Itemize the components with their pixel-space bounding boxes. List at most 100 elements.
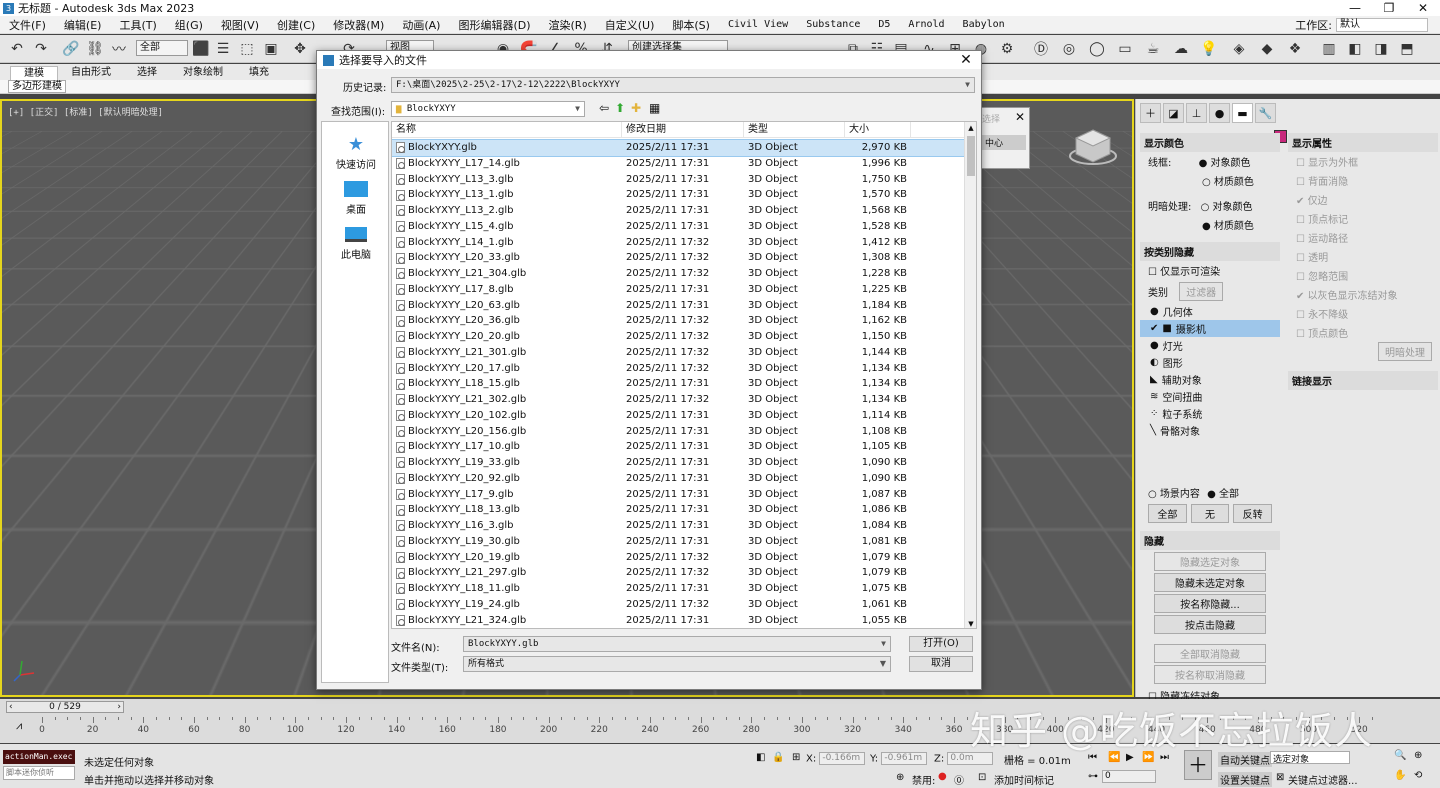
file-row[interactable]: BlockYXYY_L20_36.glb 2025/2/11 17:32 3D Ob… — [392, 313, 964, 329]
motion-tab-icon[interactable]: ● — [1209, 103, 1230, 123]
file-row[interactable]: BlockYXYY_L18_15.glb 2025/2/11 17:31 3D Ob… — [392, 376, 964, 392]
category-tab[interactable]: 类别 — [1148, 288, 1168, 299]
file-row[interactable]: BlockYXYY_L17_10.glb 2025/2/11 17:31 3D Ob… — [392, 439, 964, 455]
file-row[interactable]: BlockYXYY_L17_14.glb 2025/2/11 17:31 3D Ob… — [392, 156, 964, 172]
hide-by-name-button[interactable]: 按名称隐藏... — [1154, 594, 1266, 613]
create-tab-icon[interactable]: ＋ — [1140, 103, 1161, 123]
hide-by-category-header[interactable]: 按类别隐藏 — [1140, 242, 1280, 261]
display-property-checkbox[interactable]: ☐ — [1296, 215, 1308, 226]
menu-animation[interactable]: 动画(A) — [393, 17, 449, 33]
tab-freeform[interactable]: 自由形式 — [58, 66, 124, 80]
render-frame-icon[interactable]: ◎ — [1060, 40, 1078, 58]
redo-icon[interactable]: ↷ — [32, 40, 50, 58]
menu-civil-view[interactable]: Civil View — [719, 19, 797, 30]
dialog-close-icon[interactable]: ✕ — [951, 52, 981, 68]
dsa-plugin-icon[interactable]: ◈ — [1230, 40, 1248, 58]
file-row[interactable]: BlockYXYY_L20_63.glb 2025/2/11 17:31 3D Ob… — [392, 298, 964, 314]
scroll-thumb[interactable] — [967, 136, 975, 176]
teapot-icon[interactable]: ☕ — [1144, 40, 1162, 58]
panel-left-icon[interactable]: ◧ — [1346, 40, 1364, 58]
file-row[interactable]: BlockYXYY_L20_92.glb 2025/2/11 17:31 3D Ob… — [392, 471, 964, 487]
skp-plugin-icon[interactable]: ◆ — [1258, 40, 1276, 58]
curve-editor-toggle-icon[interactable]: ⩘ — [16, 719, 22, 733]
display-property-checkbox[interactable]: ☐ — [1296, 329, 1308, 340]
maxscript-listener[interactable]: actionMan.exec — [3, 750, 75, 764]
file-row[interactable]: BlockYXYY_L20_19.glb 2025/2/11 17:32 3D Ob… — [392, 550, 964, 566]
orbit-icon[interactable]: ⟲ — [1414, 770, 1422, 781]
hide-by-hit-button[interactable]: 按点击隐藏 — [1154, 615, 1266, 634]
category-item[interactable]: ● 几何体 — [1140, 303, 1280, 320]
new-folder-icon[interactable]: ✚ — [631, 101, 641, 115]
key-filters-button[interactable]: 关键点过滤器... — [1288, 772, 1358, 787]
history-combo[interactable]: F:\桌面\2025\2-25\2-17\2-12\2222\BlockYXYY… — [391, 77, 975, 93]
key-mode-icon[interactable]: ⊶ — [1088, 771, 1098, 782]
cancel-button[interactable]: 取消 — [909, 656, 973, 672]
hide-selected-button[interactable]: 隐藏选定对象 — [1154, 552, 1266, 571]
restore-button[interactable]: ❐ — [1372, 1, 1406, 15]
file-list-scrollbar[interactable]: ▲ ▼ — [964, 122, 976, 628]
display-tab-icon[interactable]: ▬ — [1232, 103, 1253, 123]
y-field[interactable]: -0.961m — [881, 752, 928, 765]
absolute-mode-icon[interactable]: ⊞ — [792, 752, 800, 763]
time-slider[interactable]: ‹ 0 / 529 › — [6, 701, 124, 713]
x-field[interactable]: -0.166m — [819, 752, 866, 765]
plugin-icon[interactable]: ❖ — [1286, 40, 1304, 58]
select-none-button[interactable]: 无 — [1190, 504, 1230, 523]
unhide-by-name-button[interactable]: 按名称取消隐藏 — [1154, 665, 1266, 684]
selection-lock-icon[interactable]: ⊕ — [896, 772, 904, 783]
all-radio[interactable]: ● — [1207, 489, 1219, 500]
hide-unselected-button[interactable]: 隐藏未选定对象 — [1154, 573, 1266, 592]
category-item[interactable]: ╲ 骨骼对象 — [1140, 422, 1280, 439]
view-menu-icon[interactable]: ▦ — [649, 101, 660, 115]
link-icon[interactable]: 🔗 — [62, 40, 80, 58]
menu-graph-editors[interactable]: 图形编辑器(D) — [449, 17, 539, 33]
tab-modeling[interactable]: 建模 — [10, 66, 58, 80]
render-only-checkbox[interactable]: ☐ — [1148, 267, 1160, 278]
menu-babylon[interactable]: Babylon — [954, 19, 1014, 30]
file-row[interactable]: BlockYXYY_L13_2.glb 2025/2/11 17:31 3D Obj… — [392, 203, 964, 219]
move-icon[interactable]: ✥ — [291, 40, 309, 58]
display-property-checkbox[interactable]: ☐ — [1296, 234, 1308, 245]
undo-icon[interactable]: ↶ — [8, 40, 26, 58]
column-size[interactable]: 大小 — [845, 122, 911, 137]
wireframe-material-radio[interactable]: ○ — [1202, 177, 1214, 188]
scroll-down-icon[interactable]: ▼ — [965, 618, 976, 628]
file-row[interactable]: BlockYXYY_L21_297.glb 2025/2/11 17:32 3D O… — [392, 565, 964, 581]
background-dialog-item[interactable]: 中心 — [982, 135, 1026, 150]
wireframe-object-color-radio[interactable]: ● — [1199, 158, 1211, 169]
tab-selection[interactable]: 选择 — [124, 66, 170, 80]
hide-header[interactable]: 隐藏 — [1140, 531, 1280, 550]
render-setup-icon[interactable]: ⚙ — [998, 40, 1016, 58]
menu-rendering[interactable]: 渲染(R) — [540, 17, 596, 33]
category-item[interactable]: ◐ 图形 — [1140, 354, 1280, 371]
file-row[interactable]: BlockYXYY_L17_8.glb 2025/2/11 17:31 3D Obj… — [392, 282, 964, 298]
time-slider-next-icon[interactable]: › — [117, 702, 121, 712]
file-row[interactable]: BlockYXYY_L20_20.glb 2025/2/11 17:32 3D Ob… — [392, 329, 964, 345]
panel-bottom-icon[interactable]: ⬒ — [1398, 40, 1416, 58]
unhide-all-button[interactable]: 全部取消隐藏 — [1154, 644, 1266, 663]
select-all-button[interactable]: 全部 — [1148, 504, 1187, 523]
menu-scripting[interactable]: 脚本(S) — [663, 17, 719, 33]
column-modified[interactable]: 修改日期 — [622, 122, 744, 137]
panel-right-icon[interactable]: ◨ — [1372, 40, 1390, 58]
menu-tools[interactable]: 工具(T) — [110, 17, 165, 33]
file-row[interactable]: BlockYXYY_L19_33.glb 2025/2/11 17:31 3D Ob… — [392, 455, 964, 471]
menu-create[interactable]: 创建(C) — [268, 17, 324, 33]
category-item[interactable]: ≋ 空间扭曲 — [1140, 388, 1280, 405]
file-row[interactable]: BlockYXYY_L20_156.glb 2025/2/11 17:31 3D O… — [392, 424, 964, 440]
display-property-checkbox[interactable]: ☐ — [1296, 253, 1308, 264]
menu-arnold[interactable]: Arnold — [899, 19, 953, 30]
file-row[interactable]: BlockYXYY_L18_13.glb 2025/2/11 17:31 3D Ob… — [392, 502, 964, 518]
menu-customize[interactable]: 自定义(U) — [596, 17, 664, 33]
file-row[interactable]: BlockYXYY_L21_301.glb 2025/2/11 17:32 3D O… — [392, 345, 964, 361]
file-row[interactable]: BlockYXYY_L21_302.glb 2025/2/11 17:32 3D O… — [392, 392, 964, 408]
workspace-dropdown[interactable]: 默认 — [1336, 17, 1428, 32]
polygon-modeling-tab[interactable]: 多边形建模 — [8, 80, 66, 93]
file-row[interactable]: BlockYXYY_L19_24.glb 2025/2/11 17:32 3D Ob… — [392, 597, 964, 613]
file-row[interactable]: BlockYXYY_L16_3.glb 2025/2/11 17:31 3D Obj… — [392, 518, 964, 534]
back-arrow-icon[interactable]: ⇦ — [599, 101, 609, 115]
panel-toggle-icon[interactable]: ▥ — [1320, 40, 1338, 58]
tab-object-paint[interactable]: 对象绘制 — [170, 66, 236, 80]
file-row[interactable]: BlockYXYY_L21_324.glb 2025/2/11 17:31 3D O… — [392, 613, 964, 629]
display-property-checkbox[interactable]: ✔ — [1296, 291, 1308, 302]
